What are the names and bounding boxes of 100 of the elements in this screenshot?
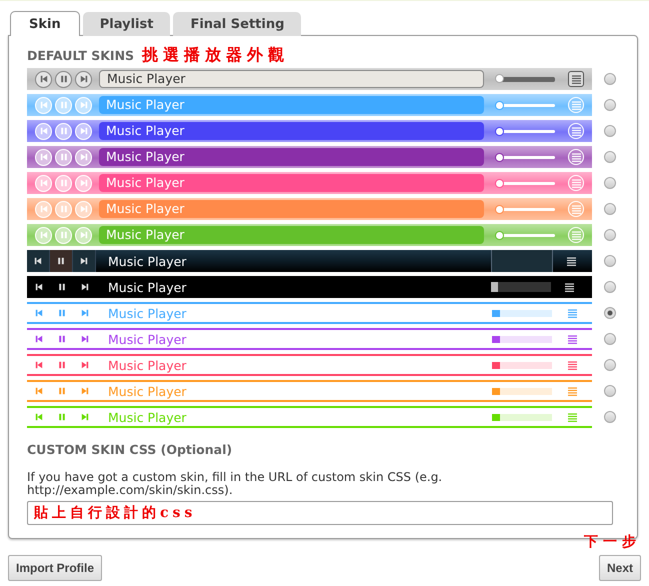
volume-slider[interactable]: [492, 414, 552, 420]
next-icon: [80, 283, 88, 291]
pause-icon: [60, 205, 68, 213]
track-title: Music Player: [99, 226, 484, 244]
list-icon: [568, 412, 577, 422]
section-heading: DEFAULT SKINS: [27, 48, 134, 62]
pause-icon: [60, 179, 68, 187]
volume-slider[interactable]: [497, 156, 555, 158]
volume-slider[interactable]: [497, 104, 555, 106]
volume-slider[interactable]: [492, 388, 552, 394]
next-button[interactable]: Next: [598, 555, 641, 581]
list-icon: [567, 256, 576, 266]
volume-slider[interactable]: [492, 336, 552, 342]
list-icon: [568, 360, 577, 370]
skin-radio[interactable]: [604, 385, 616, 397]
tab[interactable]: Final Setting: [173, 12, 302, 36]
skin-radio[interactable]: [604, 229, 616, 241]
annotation-text: 下一步: [584, 533, 641, 551]
pause-icon: [60, 101, 68, 109]
volume-slider[interactable]: [492, 362, 552, 368]
volume-slider[interactable]: [497, 234, 555, 236]
skin-radio[interactable]: [604, 307, 616, 319]
track-title: Music Player: [108, 306, 188, 320]
skin-radio[interactable]: [604, 73, 616, 85]
previous-icon: [40, 101, 48, 109]
pause-icon: [60, 127, 68, 135]
list-icon: [572, 178, 580, 188]
previous-icon: [40, 231, 48, 239]
next-icon: [80, 257, 88, 265]
volume-slider[interactable]: [497, 182, 555, 184]
tab[interactable]: Skin: [10, 11, 80, 36]
list-icon: [572, 152, 580, 162]
pause-button[interactable]: [50, 250, 73, 272]
next-icon: [80, 179, 88, 187]
skin-radio[interactable]: [604, 411, 616, 423]
skin-radio[interactable]: [604, 359, 616, 371]
list-icon: [568, 334, 577, 344]
previous-icon: [40, 153, 48, 161]
skin-radio[interactable]: [604, 125, 616, 137]
previous-icon: [34, 413, 42, 421]
url-input-field[interactable]: 貼上自行設計的css: [27, 501, 613, 525]
next-icon: [80, 153, 88, 161]
track-title: Music Player: [108, 254, 188, 268]
track-title: Music Player: [99, 148, 484, 166]
volume-slider[interactable]: [497, 130, 555, 132]
tab[interactable]: Playlist: [82, 12, 170, 36]
description-text: If you have got a custom skin, fill in the URL of custom skin CSS (e.g. http://example.com/skin/skin.css).: [27, 471, 444, 497]
previous-icon: [40, 205, 48, 213]
skin-radio[interactable]: [604, 281, 616, 293]
list-icon: [572, 204, 580, 214]
track-title: Music Player: [99, 174, 484, 192]
next-button[interactable]: [73, 250, 96, 272]
volume-slider[interactable]: [491, 282, 551, 292]
skin-radio[interactable]: [604, 255, 616, 267]
track-title: Music Player: [108, 410, 188, 424]
import-profile-button[interactable]: Import Profile: [8, 555, 102, 581]
previous-button[interactable]: [27, 250, 50, 272]
track-title: Music Player: [108, 280, 188, 294]
previous-icon: [34, 283, 42, 291]
volume-slider[interactable]: [491, 250, 553, 272]
list-icon: [572, 74, 580, 84]
volume-slider[interactable]: [492, 310, 552, 316]
pause-icon: [58, 335, 66, 343]
skin-radio[interactable]: [604, 99, 616, 111]
previous-icon: [34, 361, 42, 369]
skin-radio[interactable]: [604, 151, 616, 163]
previous-icon: [34, 257, 42, 265]
track-title: Music Player: [99, 96, 484, 114]
next-icon: [80, 309, 88, 317]
section-heading: CUSTOM SKIN CSS (Optional): [27, 442, 234, 457]
track-title: Music Player: [99, 122, 484, 140]
list-icon: [572, 230, 580, 240]
list-icon: [568, 308, 577, 318]
volume-slider[interactable]: [497, 208, 555, 210]
pause-icon: [60, 231, 68, 239]
track-title: Music Player: [99, 70, 484, 88]
pause-icon: [60, 75, 68, 83]
skin-radio[interactable]: [604, 333, 616, 345]
skin-radio[interactable]: [604, 177, 616, 189]
pause-icon: [58, 413, 66, 421]
skin-radio[interactable]: [604, 203, 616, 215]
next-icon: [80, 231, 88, 239]
volume-slider[interactable]: [497, 76, 555, 82]
playlist-button[interactable]: [567, 256, 576, 266]
next-icon: [80, 335, 88, 343]
pause-icon: [58, 361, 66, 369]
list-icon: [565, 282, 574, 292]
pause-icon: [58, 387, 66, 395]
next-icon: [80, 361, 88, 369]
track-title: Music Player: [108, 358, 188, 372]
next-icon: [80, 101, 88, 109]
pause-icon: [57, 257, 65, 265]
playlist-button[interactable]: [565, 282, 574, 292]
previous-icon: [34, 335, 42, 343]
previous-icon: [34, 309, 42, 317]
list-icon: [572, 126, 580, 136]
list-icon: [572, 100, 580, 110]
list-icon: [568, 386, 577, 396]
previous-icon: [34, 387, 42, 395]
next-icon: [80, 127, 88, 135]
